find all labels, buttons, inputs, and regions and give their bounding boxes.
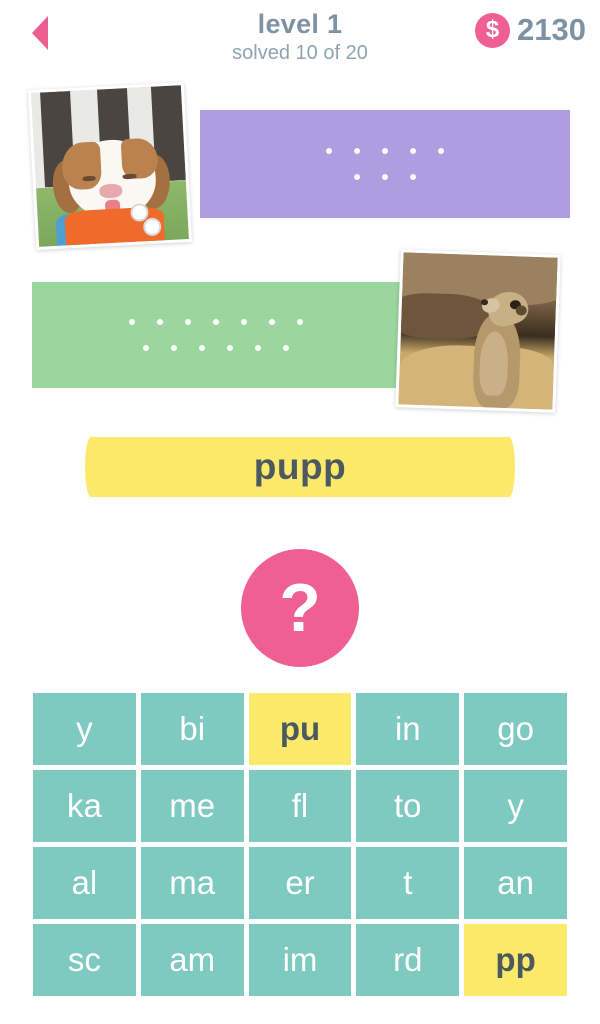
puzzle-2-dot [297, 319, 303, 325]
puzzle-2-dot [213, 319, 219, 325]
puzzle-1-dot [354, 174, 360, 180]
puzzle-2-dot [269, 319, 275, 325]
game-screen: level 1 solved 10 of 20 $ 2130 pupp ? y … [0, 0, 600, 1024]
letter-tile[interactable]: al [33, 847, 136, 919]
puzzle-2-dot [157, 319, 163, 325]
letter-tile[interactable]: an [464, 847, 567, 919]
letter-tile[interactable]: fl [248, 770, 352, 842]
puzzle-1-dot [410, 174, 416, 180]
header-bar: level 1 solved 10 of 20 $ 2130 [0, 0, 600, 72]
coin-balance[interactable]: $ 2130 [475, 12, 586, 48]
meerkat-chest [478, 331, 509, 396]
dot-row-1-a [326, 148, 444, 154]
hint-button[interactable]: ? [241, 549, 359, 667]
puppy-photo-inner [31, 85, 189, 247]
coin-amount: 2130 [517, 12, 586, 47]
puzzle-2-dot [129, 319, 135, 325]
meerkat-ear [515, 304, 527, 316]
puppy-eye-right [122, 173, 137, 180]
puppy-photo[interactable] [27, 82, 193, 250]
letter-tile[interactable]: y [33, 693, 136, 765]
puzzle-1-dot [354, 148, 360, 154]
puzzle-1-dot [438, 148, 444, 154]
letter-tile[interactable]: y [464, 770, 567, 842]
puzzle-1-dot [382, 148, 388, 154]
puzzle-1-dot [382, 174, 388, 180]
dollar-coin-icon: $ [475, 12, 511, 48]
letter-tile[interactable]: in [356, 693, 460, 765]
letter-tile[interactable]: to [356, 770, 460, 842]
puzzle-2-dot [199, 345, 205, 351]
letter-tile[interactable]: sc [33, 924, 136, 996]
letter-tile[interactable]: am [140, 924, 244, 996]
puzzle-2-dot [185, 319, 191, 325]
dot-row-2-a [129, 319, 303, 325]
answer-text: pupp [253, 446, 347, 487]
puzzle-2-dot [283, 345, 289, 351]
letter-tile[interactable]: bi [140, 693, 244, 765]
dot-row-2-b [143, 345, 289, 351]
puzzle-card-2[interactable] [32, 282, 400, 388]
letter-tile-grid: y bi pu in go ka me fl to y al ma er t an sc am im rd pp [33, 693, 567, 996]
letter-tile[interactable]: go [464, 693, 567, 765]
dot-row-1-b [354, 174, 416, 180]
letter-tile[interactable]: rd [356, 924, 460, 996]
letter-tile[interactable]: pu [248, 693, 352, 765]
puzzle-1-dot [326, 148, 332, 154]
letter-tile[interactable]: t [356, 847, 460, 919]
puzzle-card-1[interactable] [200, 110, 570, 218]
answer-banner[interactable]: pupp [85, 437, 515, 497]
letter-tile[interactable]: ka [33, 770, 136, 842]
letter-tile[interactable]: ma [140, 847, 244, 919]
letter-tile[interactable]: pp [464, 924, 567, 996]
meerkat-photo-inner [395, 252, 561, 410]
letter-tile[interactable]: me [140, 770, 244, 842]
puzzle-2-dot [227, 345, 233, 351]
puzzle-2-dot [241, 319, 247, 325]
meerkat-photo[interactable] [395, 249, 561, 413]
puzzle-2-dot [143, 345, 149, 351]
letter-tile[interactable]: im [248, 924, 352, 996]
letter-tile[interactable]: er [248, 847, 352, 919]
puzzle-1-dot [410, 148, 416, 154]
puzzle-2-dot [255, 345, 261, 351]
puppy-patch-left [60, 141, 103, 191]
question-mark-icon: ? [279, 570, 321, 646]
puzzle-2-dot [171, 345, 177, 351]
